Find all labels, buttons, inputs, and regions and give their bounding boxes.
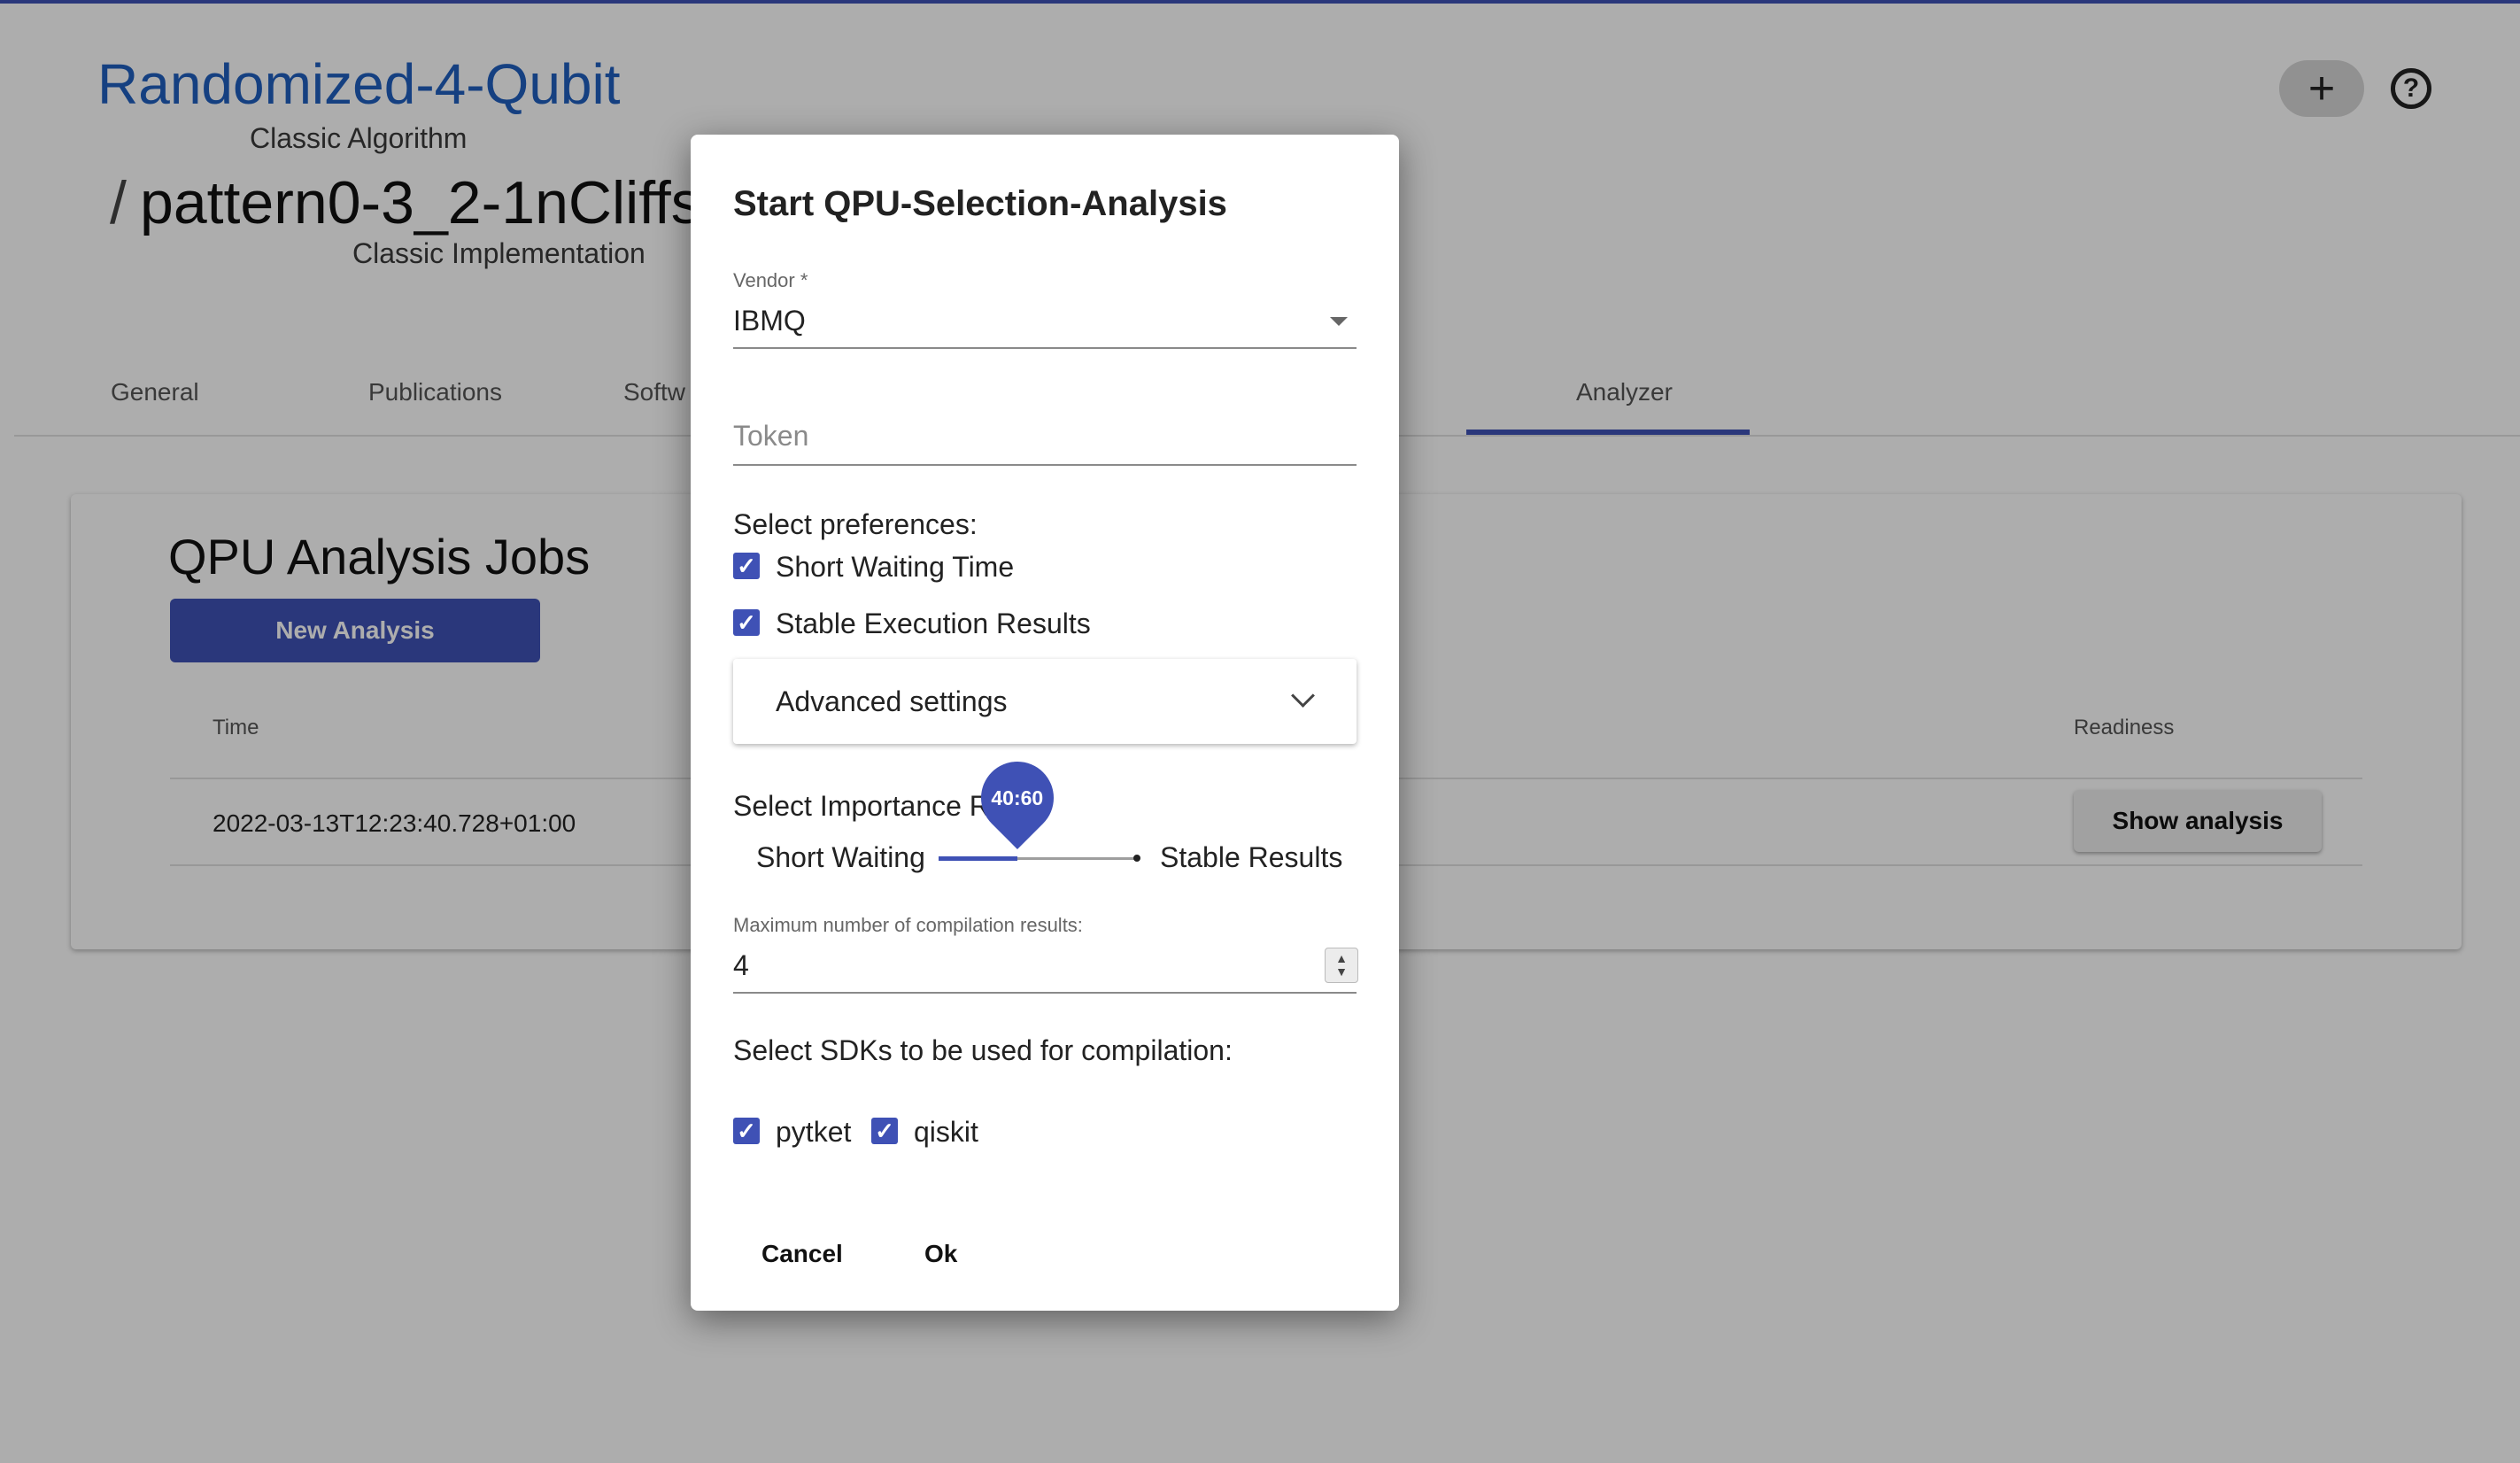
qiskit-checkbox[interactable]: ✓ <box>871 1118 898 1144</box>
qpu-selection-dialog: Start QPU-Selection-Analysis Vendor * IB… <box>691 135 1399 1311</box>
stepper-up-icon[interactable]: ▲ <box>1335 952 1348 965</box>
slider-left-label: Short Waiting <box>756 841 925 873</box>
number-stepper[interactable]: ▲ ▼ <box>1325 948 1358 983</box>
stable-results-label[interactable]: Stable Execution Results <box>776 608 1091 640</box>
vendor-underline <box>733 347 1357 349</box>
cancel-button[interactable]: Cancel <box>761 1240 843 1268</box>
pytket-checkbox[interactable]: ✓ <box>733 1118 760 1144</box>
dialog-title: Start QPU-Selection-Analysis <box>733 184 1227 223</box>
token-underline <box>733 464 1357 466</box>
slider-end-dot <box>1133 855 1140 862</box>
token-input[interactable]: Token <box>733 420 808 453</box>
short-waiting-checkbox[interactable]: ✓ <box>733 553 760 579</box>
preferences-label: Select preferences: <box>733 508 978 540</box>
ok-button[interactable]: Ok <box>924 1240 957 1268</box>
stepper-down-icon[interactable]: ▼ <box>1335 965 1348 979</box>
advanced-settings-panel[interactable]: Advanced settings <box>733 659 1357 744</box>
vendor-label: Vendor * <box>733 269 808 291</box>
dropdown-arrow-icon[interactable] <box>1330 317 1348 326</box>
slider-right-label: Stable Results <box>1160 841 1343 873</box>
advanced-settings-label: Advanced settings <box>776 685 1008 717</box>
qiskit-label[interactable]: qiskit <box>914 1116 978 1149</box>
sdk-label: Select SDKs to be used for compilation: <box>733 1034 1233 1066</box>
importance-label: Select Importance R <box>733 790 990 822</box>
max-results-label: Maximum number of compilation results: <box>733 914 1083 936</box>
chevron-down-icon <box>1291 684 1315 708</box>
importance-slider-fill <box>939 856 1017 861</box>
short-waiting-label[interactable]: Short Waiting Time <box>776 551 1014 584</box>
max-results-input[interactable]: 4 <box>733 949 749 982</box>
vendor-select[interactable]: IBMQ <box>733 305 806 337</box>
pytket-label[interactable]: pytket <box>776 1116 851 1149</box>
slider-value-label: 40:60 <box>991 786 1044 809</box>
max-results-underline <box>733 992 1357 994</box>
importance-slider-track[interactable] <box>939 856 1135 861</box>
stable-results-checkbox[interactable]: ✓ <box>733 609 760 636</box>
